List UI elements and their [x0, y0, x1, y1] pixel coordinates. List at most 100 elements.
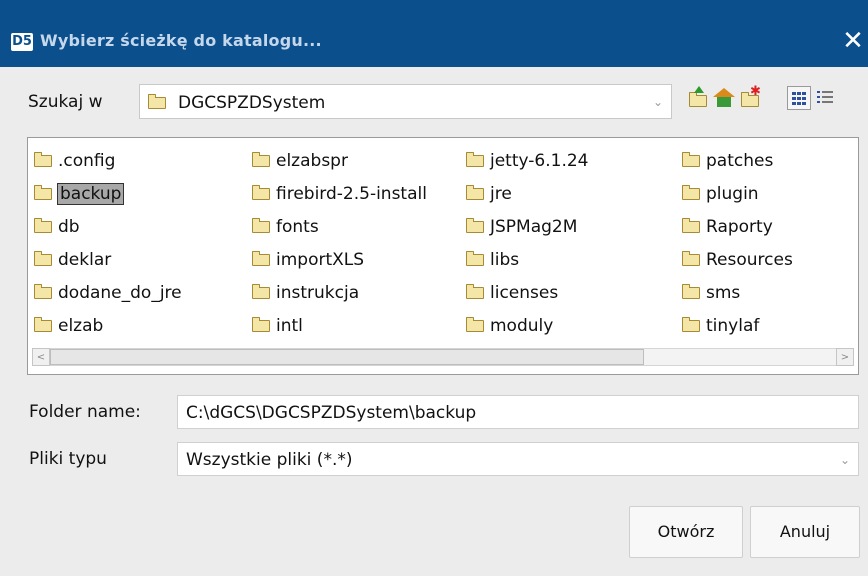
folder-name-field[interactable]: C:\dGCS\DGCSPZDSystem\backup — [177, 395, 859, 429]
file-name: JSPMag2M — [490, 216, 578, 237]
folder-icon — [466, 217, 484, 233]
folder-icon — [466, 250, 484, 266]
window-title: Wybierz ścieżkę do katalogu... — [40, 31, 322, 50]
list-view-button[interactable] — [787, 86, 811, 110]
file-name: sms — [706, 282, 741, 303]
file-item[interactable]: jetty-6.1.24 — [464, 144, 680, 177]
file-item[interactable]: backup — [32, 177, 250, 210]
home-button[interactable] — [712, 86, 736, 110]
file-item[interactable]: dodane_do_jre — [32, 276, 250, 309]
file-item[interactable]: jre — [464, 177, 680, 210]
folder-icon — [682, 151, 700, 167]
file-item[interactable]: .config — [32, 144, 250, 177]
list-view-icon — [792, 92, 807, 105]
folder-icon — [682, 250, 700, 266]
file-name: plugin — [706, 183, 759, 204]
folder-icon — [34, 316, 52, 332]
file-name: licenses — [490, 282, 559, 303]
file-item[interactable]: sms — [680, 276, 860, 309]
file-name: db — [58, 216, 80, 237]
file-item[interactable]: JSPMag2M — [464, 210, 680, 243]
folder-icon — [466, 184, 484, 200]
scroll-right-icon[interactable]: > — [836, 348, 854, 366]
folder-icon — [682, 184, 700, 200]
folder-name-value: C:\dGCS\DGCSPZDSystem\backup — [186, 403, 477, 423]
file-list[interactable]: .config backup db deklar dodane_do_jreelzab e… — [27, 137, 859, 375]
file-item[interactable]: fonts — [250, 210, 464, 243]
file-item[interactable]: elzabspr — [250, 144, 464, 177]
file-name: elzabspr — [276, 150, 348, 171]
file-name: dodane_do_jre — [58, 282, 182, 303]
folder-icon — [34, 151, 52, 167]
folder-icon — [34, 250, 52, 266]
file-name: firebird-2.5-install — [276, 183, 427, 204]
file-grid: .config backup db deklar dodane_do_jreelzab e… — [32, 144, 860, 342]
scroll-left-icon[interactable]: < — [32, 348, 50, 366]
file-item[interactable]: deklar — [32, 243, 250, 276]
folder-icon — [682, 283, 700, 299]
folder-name-label-text: Folder name: — [29, 402, 141, 422]
file-chooser-dialog: D5 Wybierz ścieżkę do katalogu... ✕ Szuk… — [0, 0, 868, 576]
file-item[interactable]: plugin — [680, 177, 860, 210]
file-name: intl — [276, 315, 303, 336]
file-name: .config — [58, 150, 116, 171]
file-item[interactable]: patches — [680, 144, 860, 177]
file-item[interactable]: elzab — [32, 309, 250, 342]
folder-icon — [252, 184, 270, 200]
horizontal-scrollbar[interactable]: < > — [32, 348, 854, 366]
chevron-down-icon: ⌄ — [839, 453, 850, 467]
folder-name-label: Folder name: — [29, 402, 141, 422]
file-name: libs — [490, 249, 520, 270]
details-view-icon — [817, 91, 833, 104]
title-bar[interactable]: D5 Wybierz ścieżkę do katalogu... ✕ — [0, 0, 868, 67]
file-name: importXLS — [276, 249, 365, 270]
file-item[interactable]: db — [32, 210, 250, 243]
open-button[interactable]: Otwórz — [629, 506, 743, 558]
folder-icon — [252, 316, 270, 332]
file-item[interactable]: intl — [250, 309, 464, 342]
file-type-label: Pliki typu — [29, 449, 107, 469]
file-name: deklar — [58, 249, 112, 270]
folder-icon — [466, 283, 484, 299]
new-folder-button[interactable]: ✱ — [738, 84, 762, 110]
file-name: moduly — [490, 315, 554, 336]
file-item[interactable]: moduly — [464, 309, 680, 342]
sparkle-icon: ✱ — [750, 84, 761, 99]
file-item[interactable]: tinylaf — [680, 309, 860, 342]
cancel-button[interactable]: Anuluj — [750, 506, 860, 558]
file-name: fonts — [276, 216, 319, 237]
file-name: Raporty — [706, 216, 773, 237]
file-item[interactable]: importXLS — [250, 243, 464, 276]
file-item[interactable]: licenses — [464, 276, 680, 309]
file-name: jetty-6.1.24 — [490, 150, 589, 171]
folder-icon — [682, 316, 700, 332]
close-icon[interactable]: ✕ — [838, 24, 868, 58]
up-arrow-icon — [694, 86, 704, 93]
folder-icon — [34, 184, 52, 200]
app-icon: D5 — [11, 33, 33, 51]
chevron-down-icon: ⌄ — [652, 95, 663, 109]
file-item[interactable]: libs — [464, 243, 680, 276]
folder-icon — [34, 217, 52, 233]
file-name: jre — [490, 183, 512, 204]
details-view-button[interactable] — [813, 86, 837, 110]
home-icon — [713, 88, 735, 97]
up-folder-icon — [689, 92, 707, 107]
folder-icon — [34, 283, 52, 299]
file-item[interactable]: instrukcja — [250, 276, 464, 309]
folder-icon — [252, 283, 270, 299]
folder-icon — [682, 217, 700, 233]
folder-icon — [148, 94, 166, 109]
look-in-combo[interactable]: DGCSPZDSystem ⌄ — [139, 84, 672, 119]
scrollbar-thumb[interactable] — [50, 349, 644, 365]
file-name: patches — [706, 150, 774, 171]
up-folder-button[interactable] — [686, 86, 710, 110]
file-item[interactable]: firebird-2.5-install — [250, 177, 464, 210]
file-item[interactable]: Raporty — [680, 210, 860, 243]
file-name: backup — [56, 182, 125, 205]
home-body — [717, 97, 731, 107]
file-type-combo[interactable]: Wszystkie pliki (*.*) ⌄ — [177, 442, 859, 476]
file-item[interactable]: Resources — [680, 243, 860, 276]
folder-icon — [252, 151, 270, 167]
look-in-label: Szukaj w — [28, 92, 103, 112]
